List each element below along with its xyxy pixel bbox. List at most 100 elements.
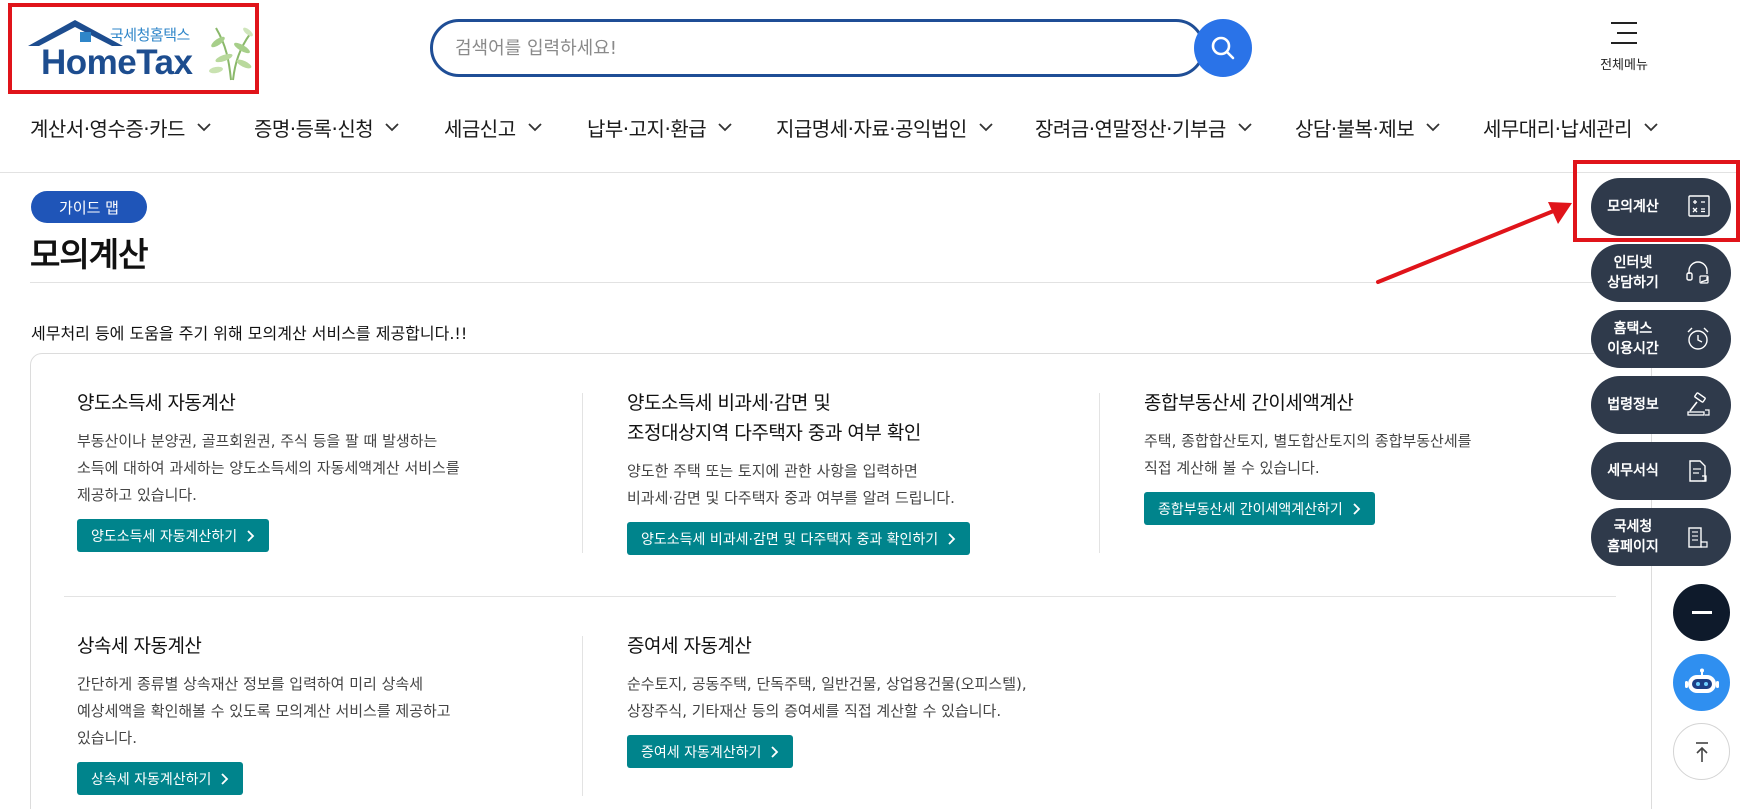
header-divider: [0, 172, 1740, 173]
card-title-line: 양도소득세 비과세·감면 및: [627, 392, 831, 414]
card-desc-line: 양도한 주택 또는 토지에 관한 사항을 입력하면: [627, 462, 918, 480]
card-desc-line: 비과세·감면 및 다주택자 중과 여부를 알려 드립니다.: [627, 489, 955, 507]
gnb-item-consult[interactable]: 상담·불복·제보: [1295, 113, 1440, 142]
gnb-label: 세무대리·납세관리: [1483, 117, 1633, 141]
chevron-down-icon: [1238, 123, 1252, 132]
card-desc-line: 소득에 대하여 과세하는 양도소득세의 자동세액계산 서비스를: [77, 459, 460, 477]
chevron-down-icon: [385, 123, 399, 132]
button-label: 양도소득세 자동계산하기: [91, 528, 238, 545]
capital-gains-calc-button[interactable]: 양도소득세 자동계산하기: [77, 519, 270, 552]
scroll-top-button[interactable]: [1673, 723, 1730, 780]
card-gift-tax: 증여세 자동계산 순수토지, 공동주택, 단독주택, 일반건물, 상업용건물(오…: [627, 631, 1167, 768]
search-input[interactable]: [455, 33, 1095, 63]
gnb-item-invoice[interactable]: 계산서·영수증·카드: [30, 113, 211, 142]
alarm-clock-icon: [1687, 327, 1709, 350]
guide-map-badge[interactable]: 가이드 맵: [31, 191, 147, 223]
card-desc-line: 예상세액을 확인해볼 수 있도록 모의계산 서비스를 제공하고: [77, 702, 451, 720]
gnb-label: 납부·고지·환급: [587, 117, 707, 141]
quick-law-info-button[interactable]: 법령정보: [1591, 376, 1731, 434]
gnb-item-incentive[interactable]: 장려금·연말정산·기부금: [1035, 113, 1252, 142]
card-desc-line: 제공하고 있습니다.: [77, 486, 197, 504]
main-navigation: 계산서·영수증·카드 증명·등록·신청 세금신고 납부·고지·환급 지급명세·자…: [0, 96, 1740, 176]
search-icon: [1211, 36, 1235, 60]
card-description: 부동산이나 분양권, 골프회원권, 주식 등을 팔 때 발생하는 소득에 대하여…: [77, 428, 557, 509]
hometax-logo[interactable]: 국세청홈택스 HomeTax: [0, 0, 270, 96]
card-desc-line: 있습니다.: [77, 729, 137, 747]
collapse-quick-menu-button[interactable]: [1673, 584, 1730, 641]
gift-tax-calc-button[interactable]: 증여세 자동계산하기: [627, 735, 794, 768]
card-description: 양도한 주택 또는 토지에 관한 사항을 입력하면 비과세·감면 및 다주택자 …: [627, 458, 1087, 512]
gnb-label: 장려금·연말정산·기부금: [1035, 117, 1226, 141]
quick-menu-highlight-box: [1573, 160, 1740, 242]
column-divider: [582, 393, 583, 553]
button-label: 양도소득세 비과세·감면 및 다주택자 중과 확인하기: [641, 531, 939, 548]
gnb-item-payment[interactable]: 납부·고지·환급: [587, 113, 732, 142]
search-box: [430, 19, 1205, 77]
card-comprehensive-real-estate: 종합부동산세 간이세액계산 주택, 종합합산토지, 별도합산토지의 종합부동산세…: [1144, 388, 1584, 525]
chevron-down-icon: [979, 123, 993, 132]
building-icon: [1688, 527, 1708, 548]
card-title: 증여세 자동계산: [627, 635, 752, 657]
chevron-down-icon: [718, 123, 732, 132]
chevron-down-icon: [1426, 123, 1440, 132]
card-title: 상속세 자동계산: [77, 635, 202, 657]
card-desc-line: 주택, 종합합산토지, 별도합산토지의 종합부동산세를: [1144, 432, 1472, 450]
column-divider: [582, 636, 583, 796]
all-menu-button[interactable]: 전체메뉴: [1590, 20, 1658, 73]
inheritance-calc-button[interactable]: 상속세 자동계산하기: [77, 762, 244, 795]
chevron-down-icon: [1644, 123, 1658, 132]
card-title: 양도소득세 자동계산: [77, 392, 236, 414]
chevron-right-icon: [948, 532, 956, 545]
chevron-right-icon: [771, 745, 779, 758]
exemption-check-button[interactable]: 양도소득세 비과세·감면 및 다주택자 중과 확인하기: [627, 522, 971, 555]
card-title: 양도소득세 비과세·감면 및 조정대상지역 다주택자 중과 여부 확인: [627, 388, 1087, 448]
logo-wordmark: HomeTax: [41, 43, 193, 82]
gnb-item-tax-report[interactable]: 세금신고: [444, 113, 542, 142]
gnb-label: 증명·등록·신청: [254, 117, 374, 141]
row-divider: [64, 596, 1616, 597]
page-title: 모의계산: [30, 235, 148, 274]
minus-icon: [1691, 610, 1712, 614]
all-menu-label: 전체메뉴: [1600, 58, 1648, 73]
chevron-right-icon: [1353, 502, 1361, 515]
card-description: 순수토지, 공동주택, 단독주택, 일반건물, 상업용건물(오피스텔), 상장주…: [627, 671, 1167, 725]
search-button[interactable]: [1194, 19, 1252, 77]
card-title: 종합부동산세 간이세액계산: [1144, 392, 1354, 414]
card-desc-line: 부동산이나 분양권, 골프회원권, 주식 등을 팔 때 발생하는: [77, 432, 438, 450]
hamburger-icon: [1611, 22, 1637, 44]
gnb-item-statement[interactable]: 지급명세·자료·공익법인: [776, 113, 993, 142]
card-capital-gains-calc: 양도소득세 자동계산 부동산이나 분양권, 골프회원권, 주식 등을 팔 때 발…: [77, 388, 557, 552]
quick-tax-forms-button[interactable]: 세무서식: [1591, 442, 1731, 500]
card-desc-line: 순수토지, 공동주택, 단독주택, 일반건물, 상업용건물(오피스텔),: [627, 675, 1027, 693]
card-inheritance-tax: 상속세 자동계산 간단하게 종류별 상속재산 정보를 입력하여 미리 상속세 예…: [77, 631, 557, 795]
button-label: 종합부동산세 간이세액계산하기: [1158, 501, 1343, 518]
button-label: 증여세 자동계산하기: [641, 744, 762, 761]
gavel-icon: [1687, 392, 1710, 416]
headset-icon: [1686, 261, 1709, 284]
column-divider: [1099, 393, 1100, 553]
quick-nts-homepage-button[interactable]: 국세청 홈페이지: [1591, 508, 1731, 566]
chatbot-robot-icon: [1684, 668, 1719, 693]
quick-label: 세무서식: [1607, 463, 1659, 479]
card-desc-line: 상장주식, 기타재산 등의 증여세를 직접 계산할 수 있습니다.: [627, 702, 1002, 720]
chatbot-button[interactable]: [1673, 654, 1730, 711]
gnb-label: 지급명세·자료·공익법인: [776, 117, 967, 141]
logo-subtitle: 국세청홈택스: [110, 26, 190, 44]
quick-service-hours-button[interactable]: 홈택스 이용시간: [1591, 310, 1731, 368]
card-desc-line: 간단하게 종류별 상속재산 정보를 입력하여 미리 상속세: [77, 675, 424, 693]
gnb-item-agent[interactable]: 세무대리·납세관리: [1483, 113, 1658, 142]
gnb-item-certificate[interactable]: 증명·등록·신청: [254, 113, 399, 142]
annotation-arrow: [1376, 202, 1572, 284]
plant-icon: [209, 27, 253, 81]
chevron-right-icon: [247, 529, 255, 542]
quick-online-consult-button[interactable]: 인터넷 상담하기: [1591, 244, 1731, 302]
real-estate-calc-button[interactable]: 종합부동산세 간이세액계산하기: [1144, 492, 1375, 525]
card-description: 주택, 종합합산토지, 별도합산토지의 종합부동산세를 직접 계산해 볼 수 있…: [1144, 428, 1584, 482]
quick-label: 국세청 홈페이지: [1607, 519, 1659, 555]
gnb-label: 상담·불복·제보: [1295, 117, 1415, 141]
chevron-down-icon: [527, 123, 542, 132]
button-label: 상속세 자동계산하기: [91, 771, 212, 788]
gnb-label: 계산서·영수증·카드: [30, 117, 185, 141]
document-icon: [1689, 460, 1707, 482]
card-description: 간단하게 종류별 상속재산 정보를 입력하여 미리 상속세 예상세액을 확인해볼…: [77, 671, 557, 752]
